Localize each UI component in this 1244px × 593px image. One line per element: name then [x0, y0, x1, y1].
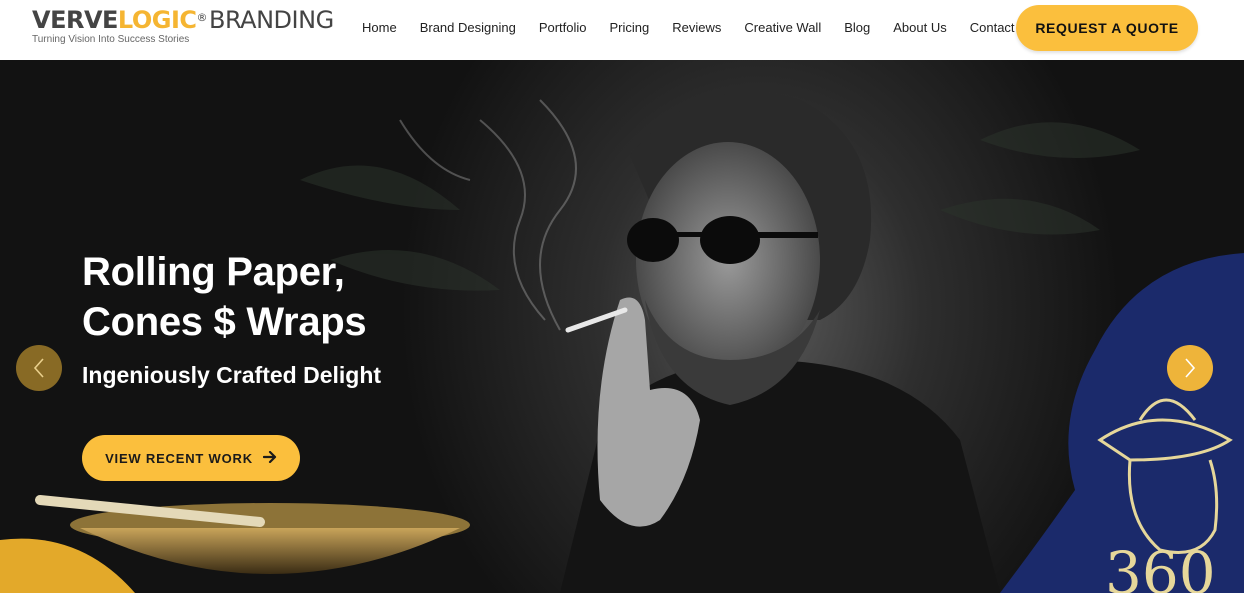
nav-item-portfolio[interactable]: Portfolio — [539, 20, 587, 36]
arrow-right-icon — [262, 450, 277, 466]
nav-item-creative-wall[interactable]: Creative Wall — [744, 20, 821, 36]
mascot-badge-text: 360 — [1105, 539, 1216, 593]
logo-tagline: Turning Vision Into Success Stories — [32, 34, 190, 45]
brand-logo[interactable]: VERVELOGIC®BRANDING Turning Vision Into … — [32, 6, 334, 45]
hero-subtitle: Ingeniously Crafted Delight — [82, 362, 382, 388]
site-header: VERVELOGIC®BRANDING Turning Vision Into … — [0, 0, 1244, 60]
chevron-right-icon — [1185, 358, 1196, 378]
slider-next-button[interactable] — [1167, 345, 1213, 391]
nav-item-blog[interactable]: Blog — [844, 20, 870, 36]
nav-item-brand-designing[interactable]: Brand Designing — [420, 20, 516, 36]
view-recent-work-button[interactable]: VIEW RECENT WORK — [82, 435, 300, 481]
logo-wordmark: VERVELOGIC®BRANDING — [32, 6, 334, 34]
hero-title-line1: Rolling Paper, — [82, 250, 345, 294]
chevron-left-icon — [33, 358, 44, 378]
nav-item-pricing[interactable]: Pricing — [610, 20, 650, 36]
request-quote-button[interactable]: REQUEST A QUOTE — [1016, 5, 1198, 51]
slider-prev-button[interactable] — [16, 345, 62, 391]
cta-label: VIEW RECENT WORK — [105, 450, 253, 466]
main-navigation: Home Brand Designing Portfolio Pricing R… — [362, 20, 1057, 36]
nav-item-about-us[interactable]: About Us — [893, 20, 946, 36]
hero-title-line2: Cones $ Wraps — [82, 300, 367, 344]
nav-item-reviews[interactable]: Reviews — [672, 20, 721, 36]
hero-slider: 360 Rolling Paper, Cones $ Wraps Ingenio… — [0, 60, 1244, 593]
nav-item-home[interactable]: Home — [362, 20, 397, 36]
hero-title: Rolling Paper, Cones $ Wraps — [82, 247, 367, 347]
